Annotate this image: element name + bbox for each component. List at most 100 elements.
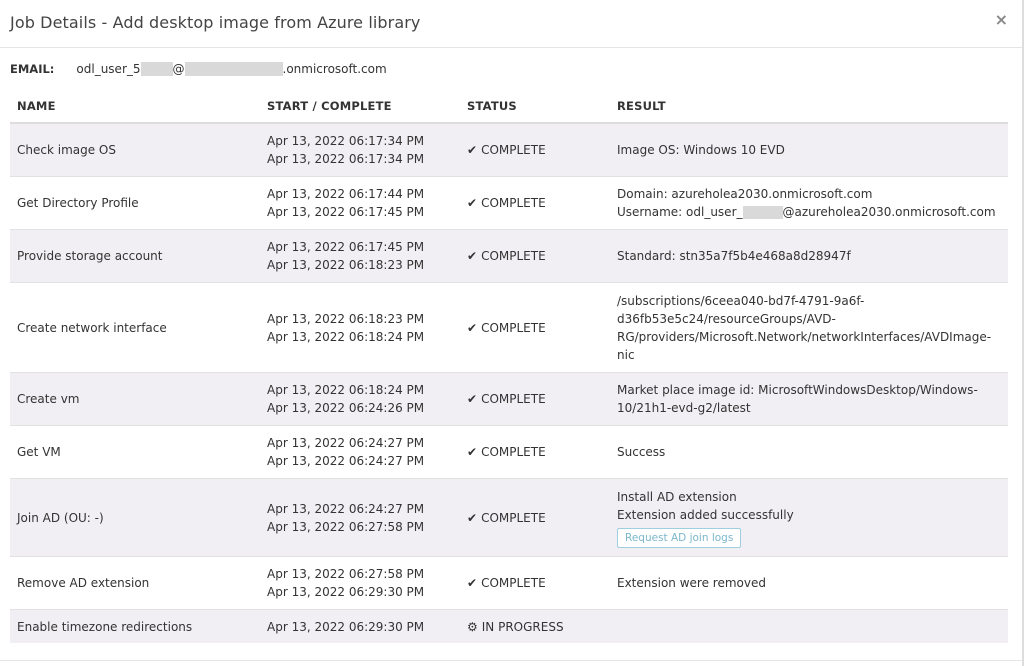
- step-times: Apr 13, 2022 06:17:44 PM Apr 13, 2022 06…: [267, 177, 457, 229]
- step-name: Get VM: [17, 445, 61, 459]
- result-cell: Install AD extension Extension added suc…: [617, 479, 999, 556]
- result-line: Standard: stn35a7f5b4e468a8d28947f: [617, 249, 851, 263]
- start-time: Apr 13, 2022 06:29:30 PM: [267, 619, 425, 634]
- status-text: COMPLETE: [481, 143, 546, 157]
- status-text: COMPLETE: [481, 320, 546, 335]
- result-line: Install AD extension: [617, 489, 737, 504]
- email-line: EMAIL: odl_user_5 @ .onmicrosoft.com: [10, 62, 387, 76]
- email-value: odl_user_5 @ .onmicrosoft.com: [76, 62, 387, 76]
- check-icon: ✔: [467, 510, 478, 525]
- close-icon[interactable]: ×: [995, 10, 1008, 29]
- status-cell: ⚙ IN PROGRESS: [467, 610, 607, 643]
- complete-time: Apr 13, 2022 06:24:27 PM: [267, 454, 425, 468]
- result-cell: Image OS: Windows 10 EVD: [617, 124, 999, 176]
- step-times: Apr 13, 2022 06:24:27 PM Apr 13, 2022 06…: [267, 479, 457, 556]
- step-times: Apr 13, 2022 06:18:23 PM Apr 13, 2022 06…: [267, 283, 457, 372]
- table-header: NAME START / COMPLETE STATUS RESULT: [10, 90, 1008, 124]
- col-header-result: RESULT: [617, 99, 666, 113]
- start-time: Apr 13, 2022 06:24:27 PM: [267, 501, 425, 516]
- status-cell: ✔ COMPLETE: [467, 283, 607, 372]
- table-row: Create vm Apr 13, 2022 06:18:24 PM Apr 1…: [10, 373, 1008, 426]
- complete-time: Apr 13, 2022 06:29:30 PM: [267, 585, 425, 599]
- start-time: Apr 13, 2022 06:17:34 PM: [267, 134, 425, 148]
- result-cell: Success: [617, 426, 999, 478]
- col-header-start-complete: START / COMPLETE: [267, 99, 392, 113]
- result-cell: Extension were removed: [617, 557, 999, 609]
- complete-time: Apr 13, 2022 06:17:34 PM: [267, 152, 425, 166]
- table-row: Enable timezone redirections Apr 13, 202…: [10, 610, 1008, 643]
- email-at: @: [172, 62, 185, 76]
- status-text: COMPLETE: [481, 196, 546, 210]
- table-row: Provide storage account Apr 13, 2022 06:…: [10, 230, 1008, 283]
- modal-footer-divider: [0, 660, 1024, 661]
- check-icon: ✔: [467, 392, 478, 406]
- start-time: Apr 13, 2022 06:18:23 PM: [267, 311, 425, 326]
- check-icon: ✔: [467, 196, 478, 210]
- step-times: Apr 13, 2022 06:17:34 PM Apr 13, 2022 06…: [267, 124, 457, 176]
- result-line: Extension were removed: [617, 576, 766, 590]
- complete-time: Apr 13, 2022 06:18:24 PM: [267, 329, 425, 344]
- step-name: Get Directory Profile: [17, 196, 139, 210]
- step-name: Create network interface: [17, 320, 167, 335]
- job-steps-table: NAME START / COMPLETE STATUS RESULT Chec…: [10, 90, 1008, 643]
- status-cell: ✔ COMPLETE: [467, 124, 607, 176]
- result-line: /subscriptions/6ceea040-bd7f-4791-9a6f-: [617, 293, 865, 308]
- request-ad-join-logs-button[interactable]: Request AD join logs: [617, 527, 742, 548]
- result-line: Username: odl_user_ @azureholea2030.onmi…: [617, 203, 996, 221]
- step-name: Enable timezone redirections: [17, 619, 193, 634]
- step-times: Apr 13, 2022 06:17:45 PM Apr 13, 2022 06…: [267, 230, 457, 282]
- result-cell: Standard: stn35a7f5b4e468a8d28947f: [617, 230, 999, 282]
- result-line: RG/providers/Microsoft.Network/networkIn…: [617, 329, 992, 344]
- status-text: COMPLETE: [481, 445, 546, 459]
- table-row: Join AD (OU: -) Apr 13, 2022 06:24:27 PM…: [10, 479, 1008, 557]
- check-icon: ✔: [467, 143, 478, 157]
- table-row: Get VM Apr 13, 2022 06:24:27 PM Apr 13, …: [10, 426, 1008, 479]
- status-cell: ✔ COMPLETE: [467, 426, 607, 478]
- step-name: Join AD (OU: -): [17, 510, 104, 525]
- step-times: Apr 13, 2022 06:29:30 PM: [267, 610, 457, 643]
- email-label: EMAIL:: [10, 62, 55, 76]
- redacted-block: [742, 205, 783, 219]
- status-cell: ✔ COMPLETE: [467, 557, 607, 609]
- check-icon: ✔: [467, 576, 478, 590]
- start-time: Apr 13, 2022 06:17:44 PM: [267, 187, 425, 201]
- redacted-block: [140, 62, 173, 76]
- status-cell: ✔ COMPLETE: [467, 177, 607, 229]
- result-line: Domain: azureholea2030.onmicrosoft.com: [617, 187, 873, 201]
- username-suffix: @azureholea2030.onmicrosoft.com: [782, 205, 996, 219]
- status-text: COMPLETE: [481, 510, 546, 525]
- result-line: nic: [617, 347, 635, 362]
- table-row: Get Directory Profile Apr 13, 2022 06:17…: [10, 177, 1008, 230]
- modal-header: Job Details - Add desktop image from Azu…: [0, 0, 1024, 48]
- start-time: Apr 13, 2022 06:18:24 PM: [267, 383, 425, 397]
- result-cell: [617, 610, 999, 643]
- result-cell: Domain: azureholea2030.onmicrosoft.com U…: [617, 177, 999, 229]
- start-time: Apr 13, 2022 06:27:58 PM: [267, 567, 425, 581]
- table-row: Check image OS Apr 13, 2022 06:17:34 PM …: [10, 124, 1008, 177]
- result-line: Market place image id: MicrosoftWindowsD…: [617, 383, 978, 397]
- table-row: Create network interface Apr 13, 2022 06…: [10, 283, 1008, 373]
- result-line: Success: [617, 445, 666, 459]
- col-header-status: STATUS: [467, 99, 517, 113]
- result-line: Image OS: Windows 10 EVD: [617, 143, 785, 157]
- status-text: COMPLETE: [481, 576, 546, 590]
- start-time: Apr 13, 2022 06:24:27 PM: [267, 436, 425, 450]
- status-text: COMPLETE: [481, 249, 546, 263]
- result-line: Extension added successfully: [617, 507, 794, 522]
- step-times: Apr 13, 2022 06:24:27 PM Apr 13, 2022 06…: [267, 426, 457, 478]
- check-icon: ✔: [467, 249, 478, 263]
- status-cell: ✔ COMPLETE: [467, 373, 607, 425]
- email-suffix: .onmicrosoft.com: [282, 62, 387, 76]
- check-icon: ✔: [467, 445, 478, 459]
- username-prefix: Username: odl_user_: [617, 205, 743, 219]
- result-cell: /subscriptions/6ceea040-bd7f-4791-9a6f- …: [617, 283, 999, 372]
- check-icon: ✔: [467, 320, 478, 335]
- complete-time: Apr 13, 2022 06:18:23 PM: [267, 258, 425, 272]
- step-times: Apr 13, 2022 06:18:24 PM Apr 13, 2022 06…: [267, 373, 457, 425]
- complete-time: Apr 13, 2022 06:27:58 PM: [267, 519, 425, 534]
- result-line: d36fb53e5c24/resourceGroups/AVD-: [617, 311, 836, 326]
- status-cell: ✔ COMPLETE: [467, 479, 607, 556]
- table-row: Remove AD extension Apr 13, 2022 06:27:5…: [10, 557, 1008, 610]
- redacted-block: [184, 62, 283, 76]
- step-times: Apr 13, 2022 06:27:58 PM Apr 13, 2022 06…: [267, 557, 457, 609]
